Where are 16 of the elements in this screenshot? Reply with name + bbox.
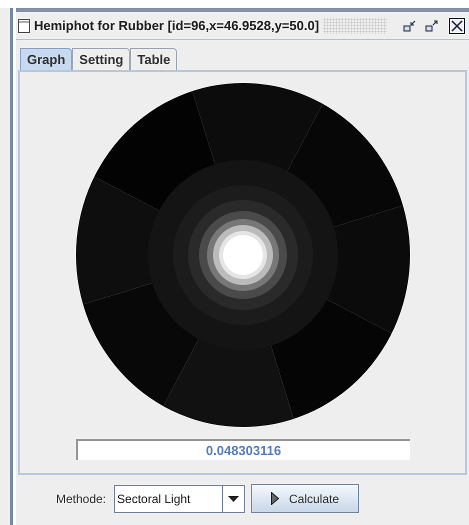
method-dropdown[interactable]: Sectoral Light [114, 484, 246, 512]
calculate-button[interactable]: Calculate [251, 484, 360, 513]
window-icon [18, 18, 30, 32]
dropdown-caret-icon [228, 496, 240, 502]
method-label: Methode: [56, 490, 106, 508]
tab[interactable]: Table [130, 48, 178, 70]
close-icon[interactable] [449, 18, 465, 34]
window-title: Hemiphot for Rubber [id=96,x=46.9528,y=50.0] [34, 16, 320, 35]
tab[interactable]: Setting [72, 48, 130, 70]
result-field: 0.048303116 [76, 439, 410, 460]
maximize-icon[interactable] [425, 18, 439, 32]
minimize-icon[interactable] [403, 18, 417, 32]
tab[interactable]: Graph [20, 48, 72, 70]
play-icon [271, 492, 279, 505]
method-value: Sectoral Light [116, 490, 192, 508]
title-bar-texture [323, 18, 388, 34]
